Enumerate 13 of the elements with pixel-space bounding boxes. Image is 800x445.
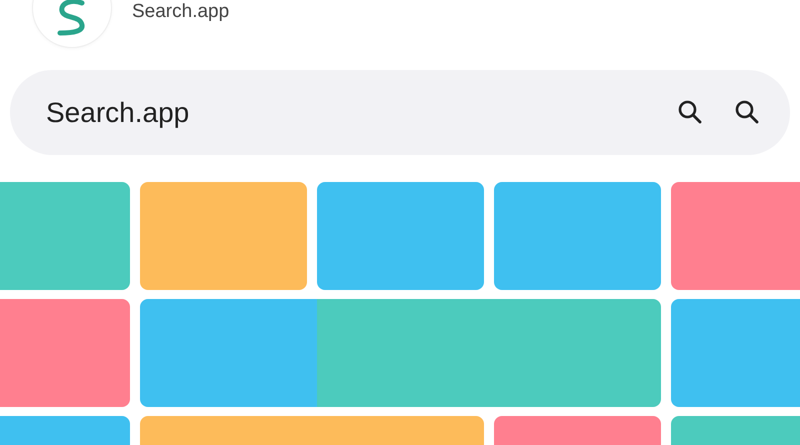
- tile[interactable]: [671, 299, 800, 407]
- tile[interactable]: [317, 182, 484, 290]
- tile[interactable]: [140, 299, 317, 407]
- search-field[interactable]: Search.app: [10, 70, 790, 155]
- search-icon[interactable]: [677, 99, 703, 125]
- tile[interactable]: [494, 182, 661, 290]
- search-icon[interactable]: [734, 99, 760, 125]
- tile[interactable]: [671, 182, 800, 290]
- tile[interactable]: [0, 182, 130, 290]
- app-name: Search.app: [132, 1, 230, 23]
- tile[interactable]: [0, 299, 130, 407]
- tile[interactable]: [317, 299, 661, 407]
- tile[interactable]: [140, 182, 307, 290]
